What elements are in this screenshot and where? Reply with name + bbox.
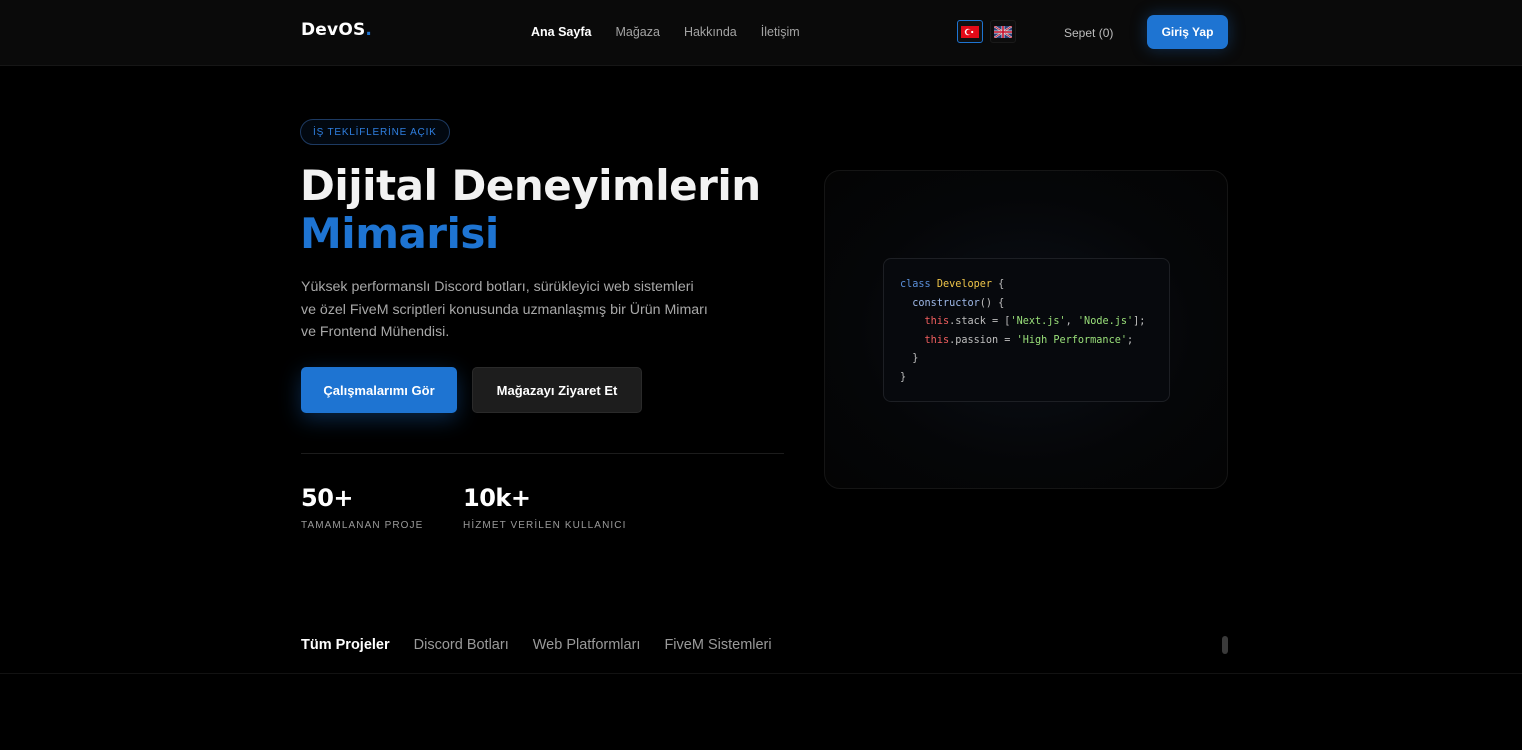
- hero-title-line2: Mimarisi: [300, 209, 499, 258]
- code-brace-close-inner: }: [912, 353, 919, 364]
- nav-link-store[interactable]: Mağaza: [615, 25, 659, 39]
- code-brace-open: {: [992, 279, 1005, 290]
- code-constructor-rest: () {: [979, 297, 1005, 309]
- code-string-nodejs: 'Node.js': [1077, 316, 1134, 327]
- view-work-button[interactable]: Çalışmalarımı Gör: [301, 367, 457, 413]
- code-semicolon: ;: [1126, 334, 1134, 346]
- code-constructor: constructor: [912, 297, 980, 309]
- hero-title-line1: Dijital Deneyimlerin: [300, 161, 761, 210]
- cart-link[interactable]: Sepet (0): [1064, 26, 1113, 40]
- hero-description: Yüksek performanslı Discord botları, sür…: [301, 279, 708, 340]
- code-stack-prop: .stack = [: [949, 316, 1011, 327]
- code-keyword-class: class: [900, 279, 931, 290]
- tab-all-projects[interactable]: Tüm Projeler: [301, 637, 390, 653]
- code-brace-close-outer: }: [900, 371, 907, 383]
- code-string-performance: 'High Performance': [1016, 334, 1127, 346]
- stat-projects: 50+ TAMAMLANAN PROJE: [301, 484, 423, 531]
- hero-divider: [301, 453, 784, 454]
- code-snippet: class Developer { constructor() { this.s…: [883, 258, 1170, 402]
- stat-users-label: HİZMET VERİLEN KULLANICI: [463, 520, 627, 531]
- logo[interactable]: DevOS.: [301, 20, 372, 40]
- code-string-nextjs: 'Next.js': [1010, 316, 1066, 327]
- hero-title: Dijital Deneyimlerin Mimarisi: [300, 162, 761, 258]
- nav-link-about[interactable]: Hakkında: [684, 25, 737, 39]
- logo-dot: .: [365, 20, 373, 40]
- tab-fivem-systems[interactable]: FiveM Sistemleri: [664, 637, 771, 653]
- stat-projects-value: 50+: [301, 484, 354, 512]
- stat-users-value: 10k+: [463, 484, 531, 512]
- nav-link-home[interactable]: Ana Sayfa: [531, 25, 591, 39]
- code-class-name: Developer: [936, 279, 993, 290]
- tab-web-platforms[interactable]: Web Platformları: [533, 637, 641, 653]
- language-button-en[interactable]: [990, 20, 1016, 43]
- scroll-indicator[interactable]: [1222, 636, 1228, 654]
- turkey-flag-icon: [961, 25, 979, 38]
- visit-store-button[interactable]: Mağazayı Ziyaret Et: [472, 367, 642, 413]
- stat-users: 10k+ HİZMET VERİLEN KULLANICI: [463, 484, 626, 531]
- language-button-tr[interactable]: [957, 20, 983, 43]
- code-comma: ,: [1065, 316, 1078, 327]
- tab-discord-bots[interactable]: Discord Botları: [414, 637, 509, 653]
- project-filter-tabs: Tüm Projeler Discord Botları Web Platfor…: [301, 637, 772, 653]
- section-divider: [0, 673, 1522, 674]
- login-button[interactable]: Giriş Yap: [1147, 15, 1228, 49]
- code-this-2: this: [924, 334, 950, 346]
- code-showcase-card: class Developer { constructor() { this.s…: [824, 170, 1228, 489]
- availability-badge: İŞ TEKLİFLERİNE AÇIK: [300, 119, 450, 145]
- code-stack-end: ];: [1133, 316, 1146, 327]
- uk-flag-icon: [994, 25, 1012, 38]
- code-passion-prop: .passion =: [949, 334, 1017, 346]
- logo-text: DevOS: [301, 20, 366, 40]
- navbar: DevOS. Ana Sayfa Mağaza Hakkında İletişi…: [0, 0, 1522, 66]
- nav-link-contact[interactable]: İletişim: [761, 25, 800, 39]
- code-this-1: this: [924, 316, 950, 327]
- nav-links: Ana Sayfa Mağaza Hakkında İletişim: [531, 25, 800, 39]
- stat-projects-label: TAMAMLANAN PROJE: [301, 520, 424, 531]
